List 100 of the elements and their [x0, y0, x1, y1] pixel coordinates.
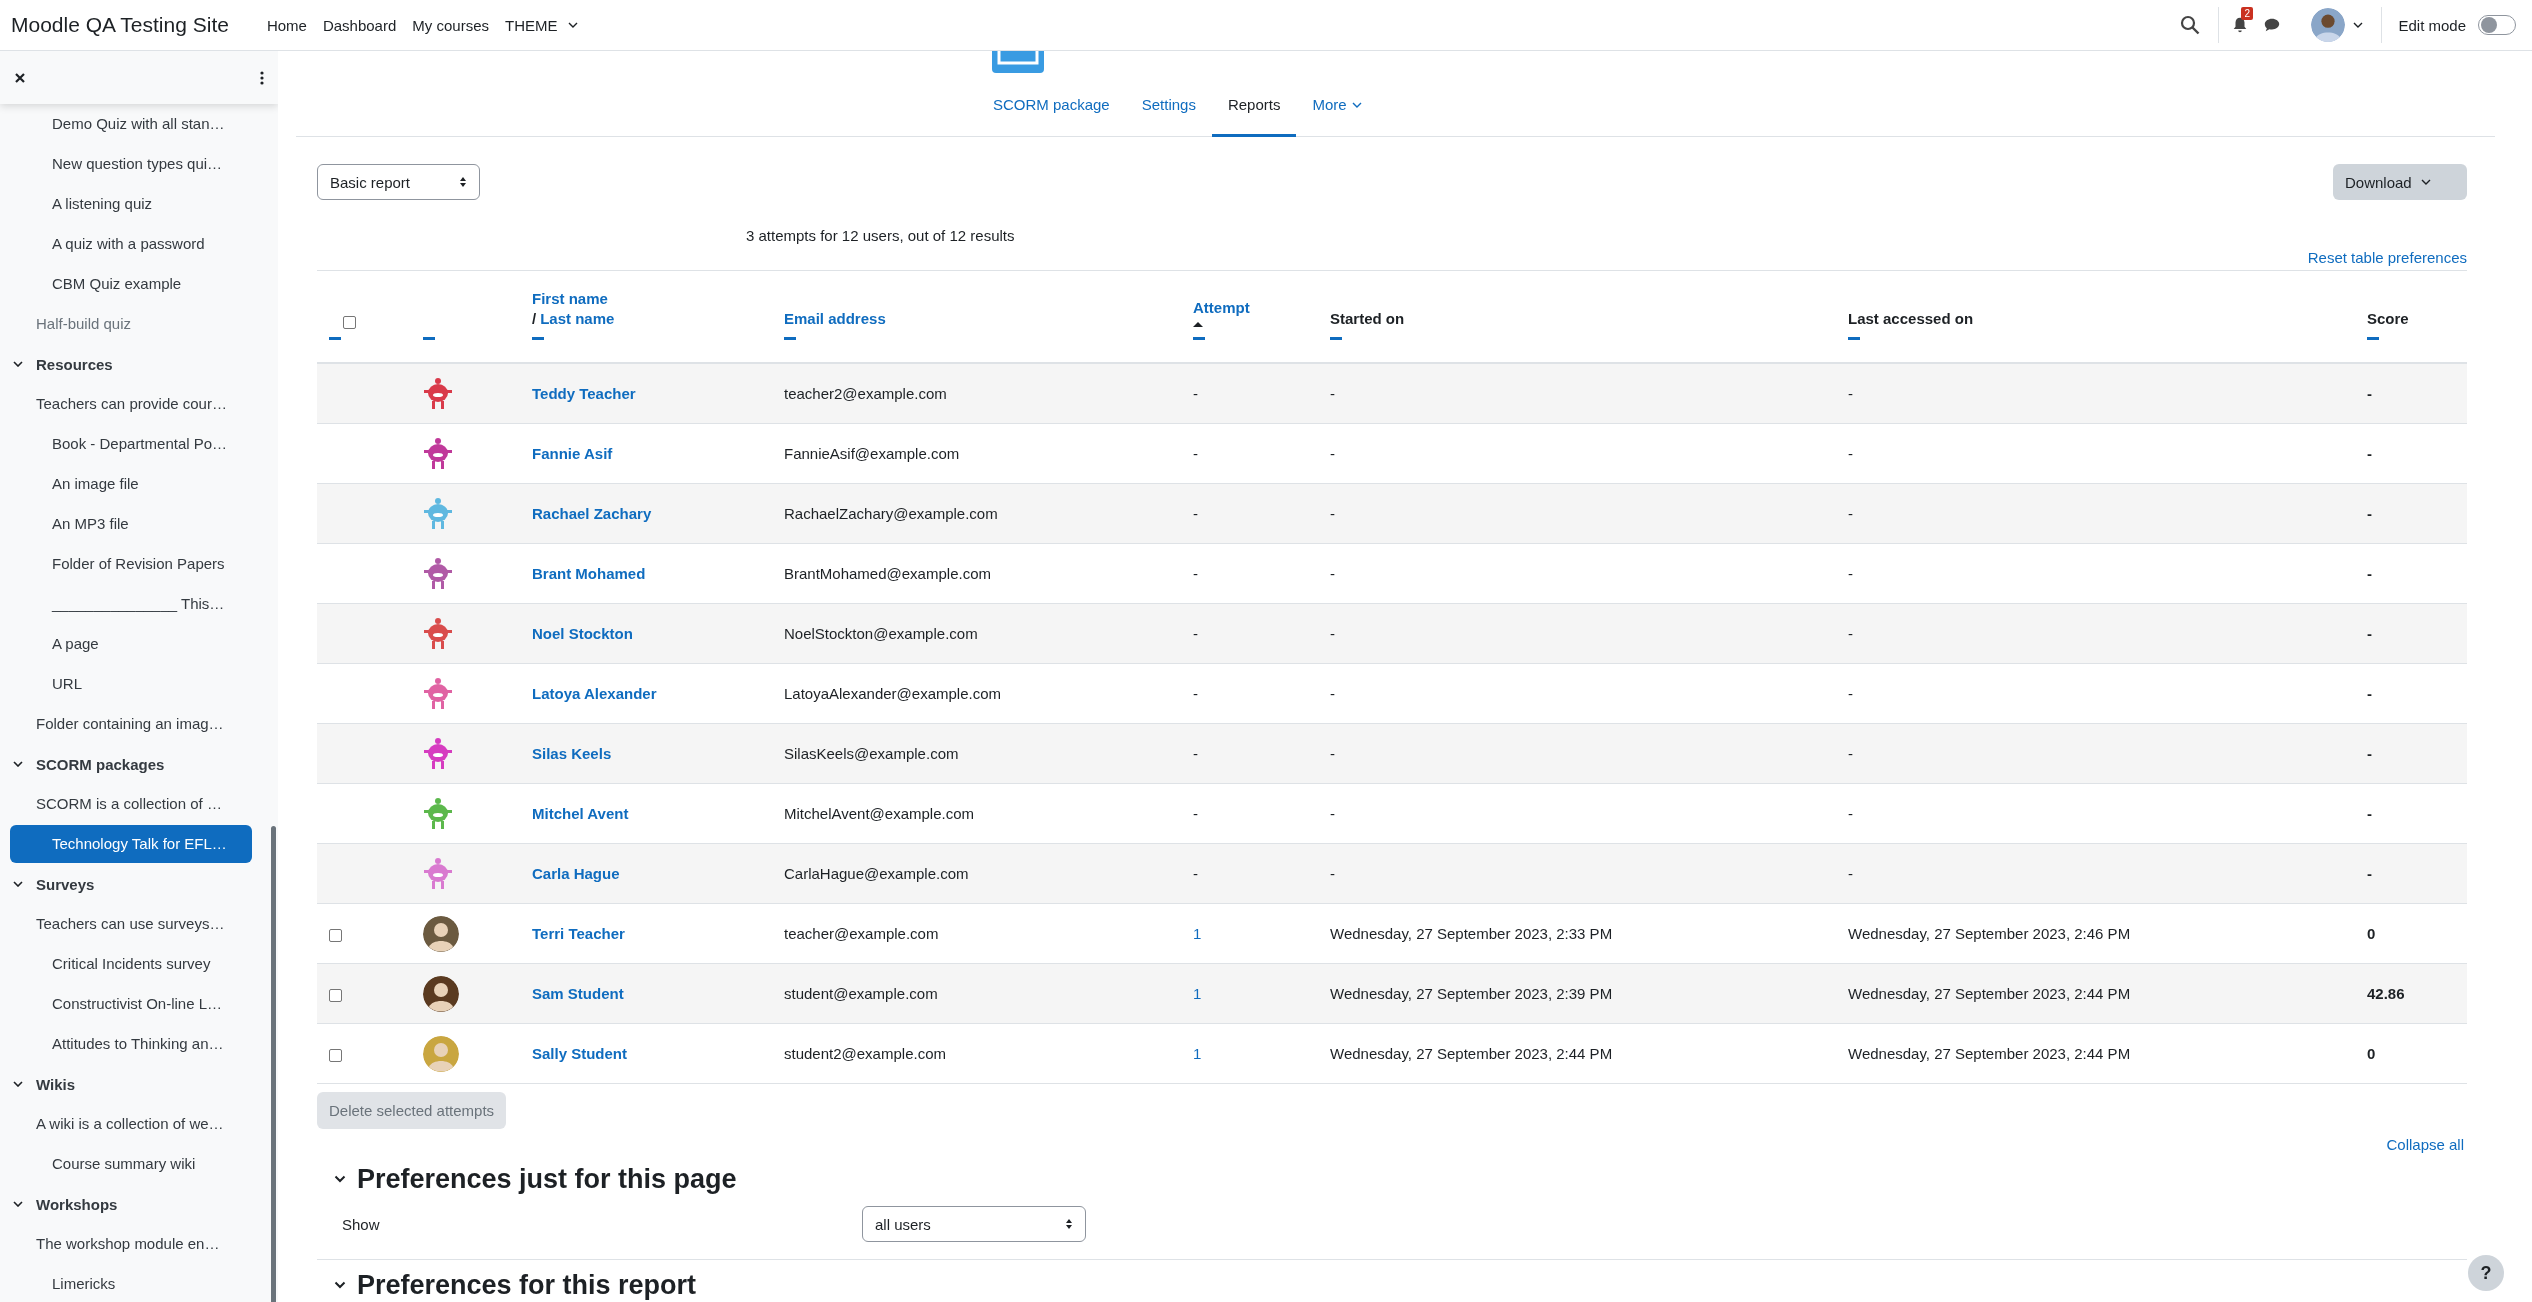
user-avatar[interactable] [2311, 8, 2346, 42]
chevron-icon[interactable] [13, 361, 23, 367]
row-checkbox[interactable] [329, 988, 342, 1002]
sidebar-item[interactable]: An image file [10, 465, 252, 503]
user-name-link[interactable]: Fannie Asif [532, 445, 613, 462]
help-button[interactable]: ? [2468, 1255, 2504, 1291]
sidebar-item[interactable]: The workshop module en… [28, 1225, 228, 1263]
sidebar-item[interactable]: Folder of Revision Papers [10, 545, 252, 583]
table-cell: Wednesday, 27 September 2023, 2:46 PM [1848, 925, 2131, 942]
table-cell: student2@example.com [784, 1045, 946, 1062]
user-name-link[interactable]: Brant Mohamed [532, 565, 646, 582]
chevron-icon[interactable] [334, 1281, 346, 1289]
close-icon[interactable] [14, 71, 26, 84]
select-arrows-icon [459, 176, 467, 188]
table-cell: - [1848, 685, 1853, 702]
nav-link[interactable]: THEME [497, 16, 586, 34]
table-cell: - [2367, 565, 2372, 582]
tab[interactable]: Reports [1211, 75, 1297, 137]
sidebar-item[interactable]: Technology Talk for EFL… [10, 825, 252, 863]
sidebar-item[interactable]: _______________ This… [10, 585, 252, 623]
table-cell: - [1193, 745, 1198, 762]
sidebar-item[interactable]: Teachers can provide cour… [28, 385, 235, 423]
section-title[interactable]: SCORM packages [36, 755, 165, 773]
sidebar-item[interactable]: Book - Departmental Po… [10, 425, 252, 463]
table-cell: - [1848, 385, 1853, 402]
user-name-link[interactable]: Sally Student [532, 1045, 628, 1062]
tab[interactable]: SCORM package [977, 75, 1126, 137]
chevron-icon[interactable] [13, 881, 23, 887]
user-name-link[interactable]: Latoya Alexander [532, 685, 657, 702]
section-title[interactable]: Resources [36, 355, 113, 373]
sidebar-item[interactable]: Limericks [10, 1265, 252, 1302]
user-name-link[interactable]: Teddy Teacher [532, 385, 636, 402]
site-name[interactable]: Moodle QA Testing Site [11, 13, 229, 37]
chevron-icon[interactable] [13, 1081, 23, 1087]
sidebar-item[interactable]: Demo Quiz with all stan… [10, 105, 252, 143]
chevron-icon[interactable] [334, 1175, 346, 1183]
table-cell: - [1848, 445, 1853, 462]
sidebar-item[interactable]: Attitudes to Thinking an… [10, 1025, 252, 1063]
table-cell: LatoyaAlexander@example.com [784, 685, 1001, 702]
sidebar-item[interactable]: CBM Quiz example [10, 265, 252, 303]
tab[interactable]: Settings [1125, 75, 1212, 137]
caret-icon[interactable] [2353, 22, 2364, 28]
scrollbar-thumb[interactable] [271, 826, 276, 1302]
sidebar-item[interactable]: Course summary wiki [10, 1145, 252, 1183]
table-cell: - [2367, 625, 2372, 642]
sidebar-item[interactable]: A listening quiz [10, 185, 252, 223]
nav-link[interactable]: Home [258, 16, 315, 34]
user-name-link[interactable]: Noel Stockton [532, 625, 633, 642]
show-select[interactable]: all users [862, 1206, 1086, 1242]
table-cell: teacher@example.com [784, 925, 939, 942]
nav-link[interactable]: My courses [404, 16, 497, 34]
sidebar-item[interactable]: An MP3 file [10, 505, 252, 543]
sidebar-item[interactable]: URL [10, 665, 252, 703]
table-cell: NoelStockton@example.com [784, 625, 978, 642]
sidebar-item[interactable]: Constructivist On-line L… [10, 985, 252, 1023]
user-name-link[interactable]: Silas Keels [532, 745, 612, 762]
tab[interactable]: More [1296, 75, 1378, 137]
chevron-icon[interactable] [13, 761, 23, 767]
chat-icon[interactable] [2263, 16, 2282, 34]
select-all-checkbox[interactable] [343, 316, 356, 329]
nav-link[interactable]: Dashboard [314, 16, 405, 34]
sidebar-item[interactable]: A wiki is a collection of we… [28, 1105, 232, 1143]
section-title[interactable]: Wikis [36, 1075, 76, 1093]
chevron-icon[interactable] [13, 1201, 23, 1207]
sidebar-item[interactable]: Half-build quiz [28, 305, 140, 343]
column-header[interactable]: First name [532, 289, 608, 309]
table-cell: - [1848, 565, 1853, 582]
user-name-link[interactable]: Sam Student [532, 985, 624, 1002]
sidebar-item[interactable]: SCORM is a collection of … [28, 785, 230, 823]
sidebar-item[interactable]: Critical Incidents survey [10, 945, 252, 983]
column-header[interactable]: Email address [784, 309, 886, 329]
attempt-link[interactable]: 1 [1193, 1045, 1202, 1062]
user-name-link[interactable]: Carla Hague [532, 865, 620, 882]
table-cell: - [1848, 865, 1853, 882]
column-header[interactable]: Attempt [1193, 298, 1250, 318]
column-header: Started on [1330, 309, 1405, 329]
sidebar-item[interactable]: Folder containing an imag… [28, 705, 232, 743]
row-checkbox[interactable] [329, 928, 342, 942]
collapse-all-link[interactable]: Collapse all [2386, 1136, 2464, 1153]
attempt-link[interactable]: 1 [1193, 985, 1202, 1002]
section-title[interactable]: Surveys [36, 875, 95, 893]
sidebar-item[interactable]: A quiz with a password [10, 225, 252, 263]
row-checkbox[interactable] [329, 1048, 342, 1062]
search-icon[interactable] [2180, 15, 2201, 35]
report-select[interactable]: Basic report [317, 164, 480, 200]
section-title[interactable]: Workshops [36, 1195, 118, 1213]
table-cell: 0 [2367, 1045, 2376, 1062]
user-name-link[interactable]: Mitchel Avent [532, 805, 629, 822]
table-cell: student@example.com [784, 985, 938, 1002]
attempt-link[interactable]: 1 [1193, 925, 1202, 942]
user-name-link[interactable]: Rachael Zachary [532, 505, 652, 522]
sidebar-item[interactable]: Teachers can use surveys… [28, 905, 233, 943]
sidebar-item[interactable]: New question types qui… [10, 145, 252, 183]
user-name-link[interactable]: Terri Teacher [532, 925, 625, 942]
column-header[interactable]: Last name [540, 309, 615, 329]
table-cell: - [1193, 805, 1198, 822]
sidebar-item[interactable]: A page [10, 625, 252, 663]
more-icon[interactable] [260, 70, 264, 85]
download-button[interactable]: Download [2333, 164, 2467, 200]
reset-link[interactable]: Reset table preferences [2307, 249, 2467, 266]
